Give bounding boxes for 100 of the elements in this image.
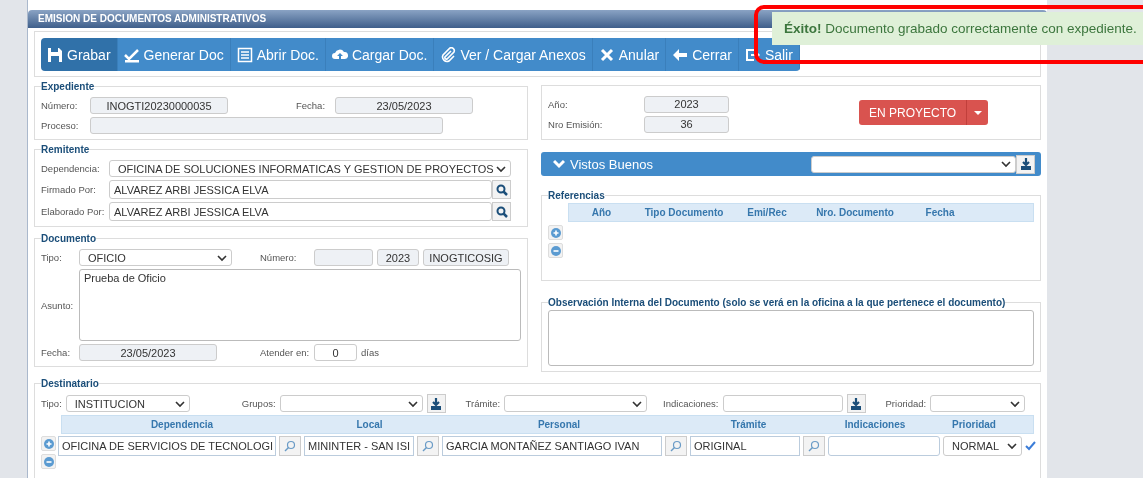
download-button[interactable] (426, 394, 446, 413)
status-button[interactable]: EN PROYECTO (859, 100, 967, 125)
list-icon (236, 46, 253, 63)
chevron-down-icon (496, 164, 506, 173)
year-field: 2023 (377, 249, 419, 266)
toolbar-button[interactable]: Abrir Doc. (230, 38, 326, 71)
save-icon (47, 46, 63, 63)
section-title: Observación Interna del Documento (solo se verá en la oficina a la que pertenece el documento) (548, 297, 1006, 308)
table-cell[interactable]: ORIGINAL (690, 436, 800, 456)
dropdown-button[interactable] (966, 100, 989, 125)
chevron-down-icon (217, 253, 227, 262)
column-header: Personal (536, 419, 582, 430)
column-header: Trámite (729, 419, 768, 430)
days-field[interactable]: 0 (314, 344, 357, 361)
priority-dropdown[interactable] (930, 395, 1026, 412)
instructions-field[interactable] (722, 395, 843, 412)
procedure-dropdown[interactable] (504, 395, 648, 412)
approver-dropdown[interactable] (811, 155, 1016, 173)
field-label: Tipo: (41, 252, 63, 263)
toolbar-button[interactable]: Cerrar (666, 38, 739, 71)
field-label: Número: (260, 252, 298, 263)
field-label: Grupos: (241, 398, 276, 409)
search-icon (422, 440, 434, 452)
table-cell[interactable]: GARCIA MONTAÑEZ SANTIAGO IVAN (442, 436, 662, 456)
download-icon (850, 397, 862, 410)
toolbar-button[interactable]: Cargar Doc. (325, 38, 435, 71)
collapse-toggle[interactable]: Vistos Buenos (553, 156, 653, 172)
search-icon (670, 440, 682, 452)
field-label: Trámite: (465, 398, 501, 409)
download-button[interactable] (1016, 154, 1035, 174)
type-dropdown[interactable]: INSTITUCION (65, 395, 190, 412)
plus-icon (43, 438, 54, 449)
chevron-down-icon (1007, 442, 1017, 450)
chevron-down-icon (1001, 160, 1011, 168)
column-header: Tipo Documento (643, 207, 725, 218)
field-label: Fecha: (41, 347, 72, 358)
table-cell[interactable]: MININTER - SAN ISI (304, 436, 414, 456)
subject-textarea[interactable]: Prueba de Oficio (79, 269, 521, 341)
field-label: Asunto: (41, 299, 75, 311)
remove-button[interactable] (41, 454, 56, 469)
office-dropdown[interactable]: OFICINA DE SOLUCIONES INFORMATICAS Y GESTION DE PROYECTOS (109, 160, 511, 177)
add-button[interactable] (41, 436, 56, 451)
column-header: Nro. Documento (815, 207, 895, 218)
chevron-down-icon (632, 399, 643, 408)
minus-icon (550, 245, 561, 256)
type-dropdown[interactable]: OFICIO (79, 249, 232, 266)
toolbar-button[interactable]: Grabar (41, 38, 118, 71)
section-title: Remitente (41, 144, 90, 155)
field-label: Dependencia: (41, 163, 101, 174)
table-cell[interactable]: OFICINA DE SERVICIOS DE TECNOLOGI (58, 436, 276, 456)
success-notification: Éxito! Documento grabado correctamente con expediente. (772, 12, 1143, 45)
download-button[interactable] (846, 394, 866, 413)
number-field: INOGTI20230000035 (90, 97, 228, 114)
check-icon (123, 46, 140, 63)
field-label: Indicaciones: (663, 398, 719, 409)
field-label: Fecha: (296, 100, 327, 111)
chevron-down-icon (407, 399, 418, 408)
download-icon (1019, 158, 1032, 170)
unit-label: días (361, 347, 379, 358)
name-field: ALVAREZ ARBI JESSICA ELVA (109, 202, 492, 221)
toolbar-button[interactable]: Ver / Cargar Anexos (434, 38, 593, 71)
section-title: Expediente (41, 81, 95, 92)
field-label: Nro Emisión: (548, 118, 604, 130)
add-button[interactable] (548, 225, 563, 240)
toolbar-button[interactable]: Anular (592, 38, 667, 71)
exit-icon (744, 46, 761, 63)
section-title: Referencias (548, 190, 605, 201)
close-icon (598, 46, 615, 63)
field-label: Atender en: (260, 347, 310, 358)
paperclip-icon (440, 46, 457, 63)
column-header: Año (590, 207, 613, 218)
toolbar-button[interactable]: Generar Doc (117, 38, 231, 71)
field-label: Proceso: (41, 120, 80, 131)
search-icon (808, 440, 820, 452)
search-icon (495, 205, 508, 218)
field-label: Tipo: (41, 398, 62, 409)
priority-dropdown[interactable]: NORMAL (943, 436, 1022, 456)
field-label: Elaborado Por: (41, 206, 106, 217)
search-icon (495, 183, 508, 196)
date-field: 23/05/2023 (335, 97, 473, 114)
section-title: Destinatario (41, 378, 99, 389)
column-header: Local (355, 419, 384, 430)
search-button[interactable] (492, 180, 511, 199)
search-icon (284, 440, 296, 452)
column-header: Fecha (924, 207, 956, 218)
field-label: Año: (548, 98, 569, 110)
column-header: Emi/Rec (746, 207, 788, 218)
minus-icon (43, 456, 54, 467)
plus-icon (550, 227, 561, 238)
download-icon (430, 397, 443, 410)
observation-textarea[interactable] (548, 310, 1034, 366)
search-button[interactable] (492, 202, 511, 221)
field-label: Prioridad: (885, 398, 927, 409)
chevron-down-icon (553, 159, 565, 169)
number-field (314, 249, 373, 266)
column-header: Prioridad (951, 419, 997, 430)
column-header: Indicaciones (843, 419, 907, 430)
remove-button[interactable] (548, 243, 563, 258)
instructions-field[interactable] (828, 436, 940, 456)
section-title: Documento (41, 233, 96, 244)
